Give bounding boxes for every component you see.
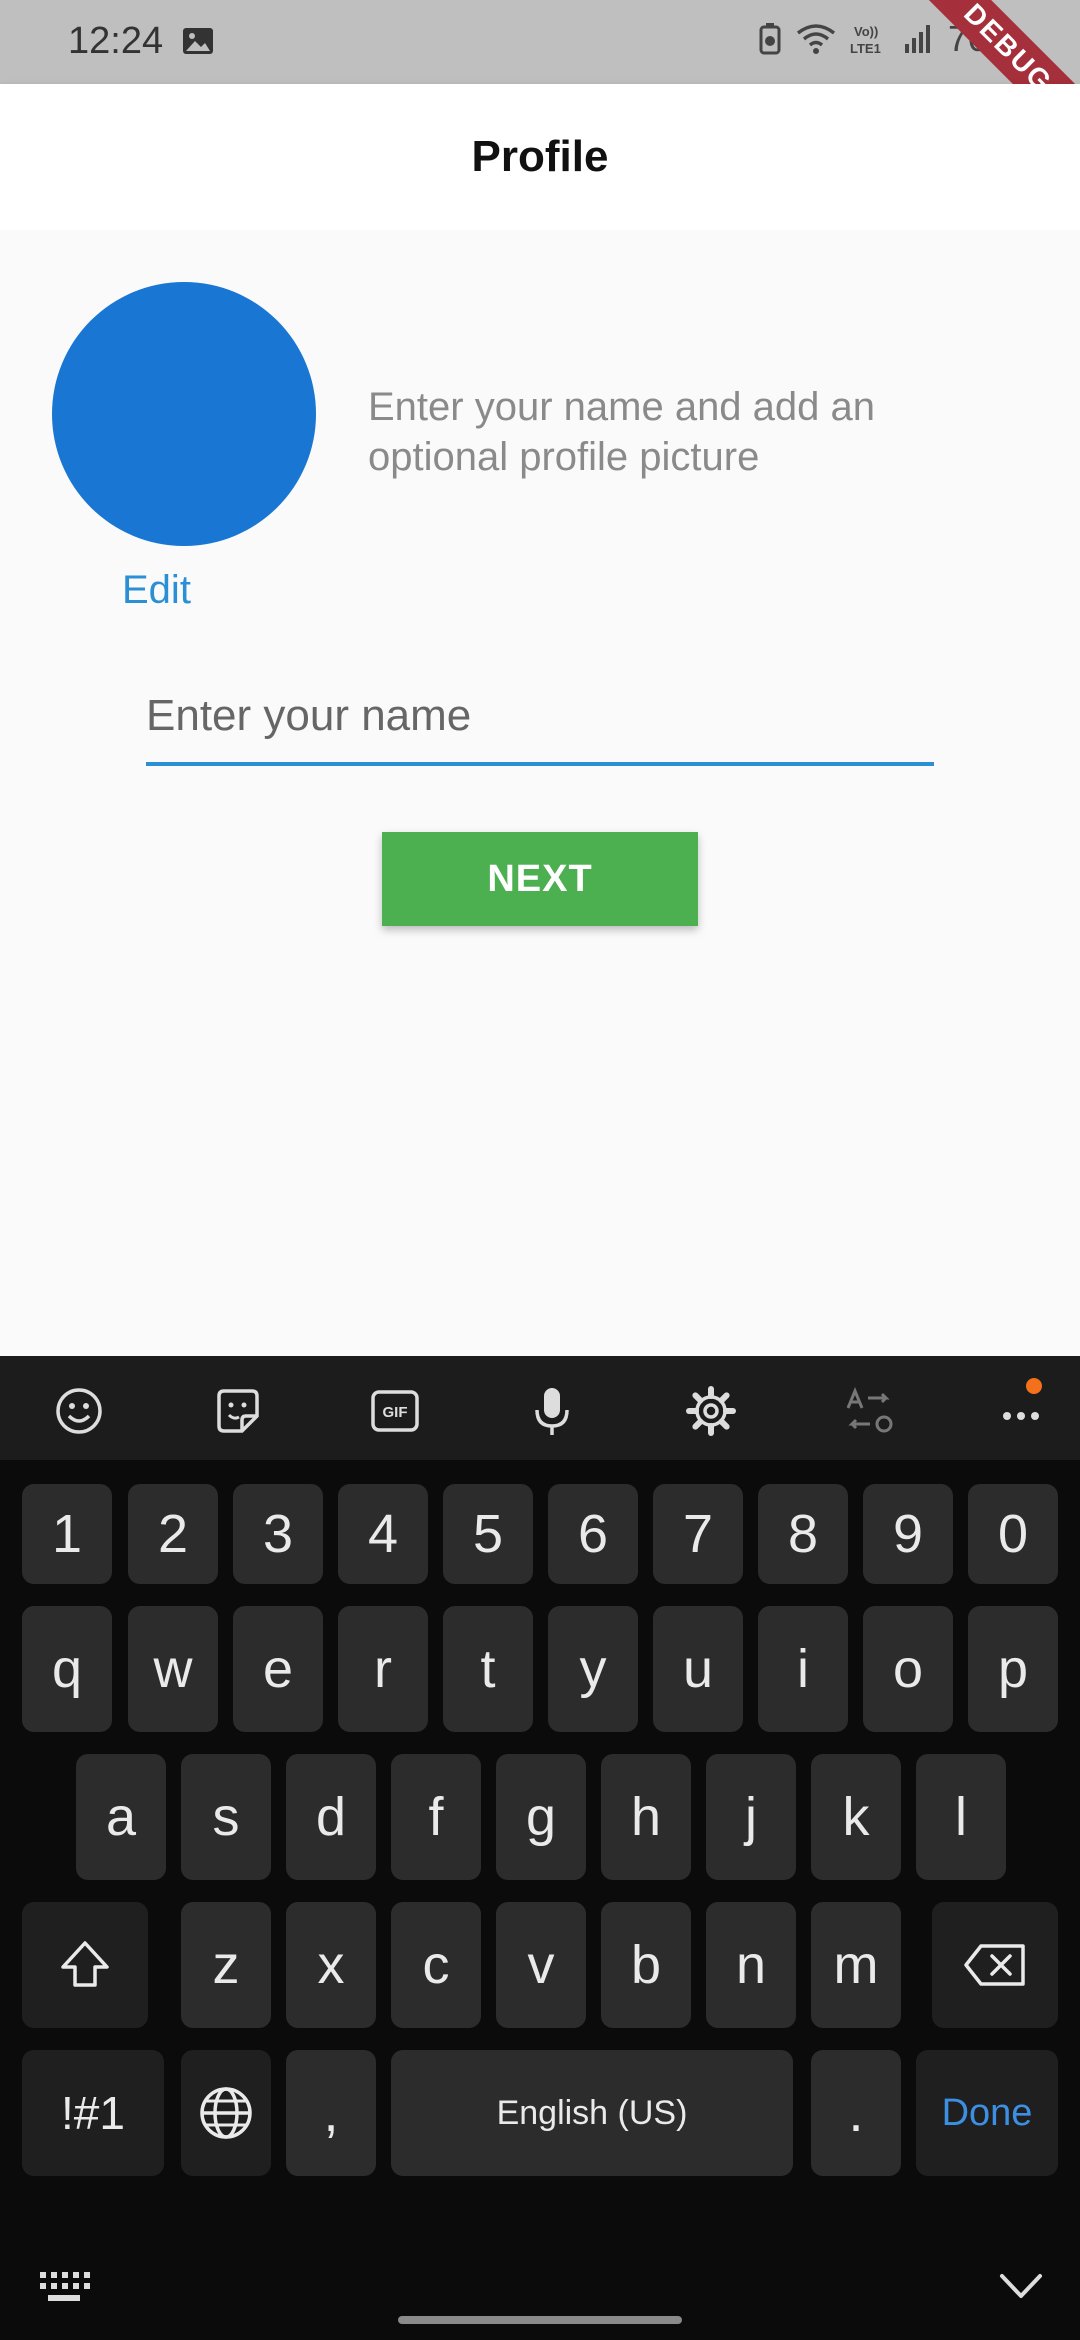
- settings-icon[interactable]: [686, 1386, 736, 1436]
- key-5[interactable]: 5: [443, 1484, 533, 1584]
- keyboard-toolbar: GIF: [0, 1356, 1080, 1460]
- language-key[interactable]: [181, 2050, 271, 2176]
- emoji-icon[interactable]: [54, 1386, 104, 1436]
- gif-label: GIF: [383, 1404, 408, 1421]
- key-8[interactable]: 8: [758, 1484, 848, 1584]
- comma-key[interactable]: ,: [286, 2050, 376, 2176]
- keyboard-switch-icon[interactable]: [38, 2270, 90, 2304]
- status-time: 12:24: [68, 20, 164, 62]
- app-bar: Profile: [0, 84, 1080, 230]
- period-key[interactable]: .: [811, 2050, 901, 2176]
- keyboard: GIF 1 2 3 4 5 6 7 8 9 0 q w e r t y u i …: [0, 1356, 1080, 2340]
- key-w[interactable]: w: [128, 1606, 218, 1732]
- notification-dot: [1026, 1378, 1042, 1394]
- backspace-icon: [963, 1943, 1027, 1987]
- battery-saver-icon: [758, 23, 782, 55]
- wifi-icon: [796, 23, 836, 55]
- globe-icon: [199, 2086, 253, 2140]
- key-p[interactable]: p: [968, 1606, 1058, 1732]
- shift-key[interactable]: [22, 1902, 148, 2028]
- signal-icon: [904, 24, 934, 54]
- done-key[interactable]: Done: [916, 2050, 1058, 2176]
- gif-icon[interactable]: GIF: [370, 1386, 420, 1436]
- key-s[interactable]: s: [181, 1754, 271, 1880]
- key-g[interactable]: g: [496, 1754, 586, 1880]
- profile-content: Edit Enter your name and add an optional…: [0, 230, 1080, 1356]
- key-j[interactable]: j: [706, 1754, 796, 1880]
- sticker-icon[interactable]: [213, 1386, 263, 1436]
- key-f[interactable]: f: [391, 1754, 481, 1880]
- page-title: Profile: [471, 132, 609, 181]
- svg-text:LTE1: LTE1: [850, 41, 881, 56]
- key-0[interactable]: 0: [968, 1484, 1058, 1584]
- volte-icon: Vo)) LTE1: [850, 22, 890, 56]
- key-m[interactable]: m: [811, 1902, 901, 2028]
- status-bar: 12:24 Vo))LTE1 70% DEBUG: [0, 0, 1080, 170]
- edit-avatar-link[interactable]: Edit: [122, 568, 191, 613]
- key-y[interactable]: y: [548, 1606, 638, 1732]
- more-icon[interactable]: [1000, 1386, 1050, 1436]
- key-6[interactable]: 6: [548, 1484, 638, 1584]
- key-e[interactable]: e: [233, 1606, 323, 1732]
- key-3[interactable]: 3: [233, 1484, 323, 1584]
- key-l[interactable]: l: [916, 1754, 1006, 1880]
- key-a[interactable]: a: [76, 1754, 166, 1880]
- space-key[interactable]: English (US): [391, 2050, 793, 2176]
- svg-text:Vo)): Vo)): [854, 24, 878, 39]
- key-r[interactable]: r: [338, 1606, 428, 1732]
- key-c[interactable]: c: [391, 1902, 481, 2028]
- avatar[interactable]: [52, 282, 316, 546]
- key-1[interactable]: 1: [22, 1484, 112, 1584]
- key-b[interactable]: b: [601, 1902, 691, 2028]
- key-n[interactable]: n: [706, 1902, 796, 2028]
- shift-icon: [59, 1939, 111, 1991]
- key-u[interactable]: u: [653, 1606, 743, 1732]
- microphone-icon[interactable]: [527, 1386, 577, 1436]
- key-q[interactable]: q: [22, 1606, 112, 1732]
- profile-hint-text: Enter your name and add an optional prof…: [368, 385, 876, 479]
- translate-icon[interactable]: [844, 1386, 894, 1436]
- key-h[interactable]: h: [601, 1754, 691, 1880]
- hide-keyboard-chevron-icon[interactable]: [998, 2266, 1044, 2306]
- name-input[interactable]: [146, 670, 934, 766]
- key-t[interactable]: t: [443, 1606, 533, 1732]
- key-d[interactable]: d: [286, 1754, 376, 1880]
- key-o[interactable]: o: [863, 1606, 953, 1732]
- symbols-key[interactable]: !#1: [22, 2050, 164, 2176]
- key-2[interactable]: 2: [128, 1484, 218, 1584]
- key-v[interactable]: v: [496, 1902, 586, 2028]
- key-9[interactable]: 9: [863, 1484, 953, 1584]
- key-4[interactable]: 4: [338, 1484, 428, 1584]
- next-button[interactable]: NEXT: [382, 832, 698, 926]
- backspace-key[interactable]: [932, 1902, 1058, 2028]
- home-indicator[interactable]: [398, 2316, 682, 2324]
- key-x[interactable]: x: [286, 1902, 376, 2028]
- key-k[interactable]: k: [811, 1754, 901, 1880]
- gallery-notification-icon: [182, 27, 214, 55]
- key-7[interactable]: 7: [653, 1484, 743, 1584]
- key-i[interactable]: i: [758, 1606, 848, 1732]
- key-z[interactable]: z: [181, 1902, 271, 2028]
